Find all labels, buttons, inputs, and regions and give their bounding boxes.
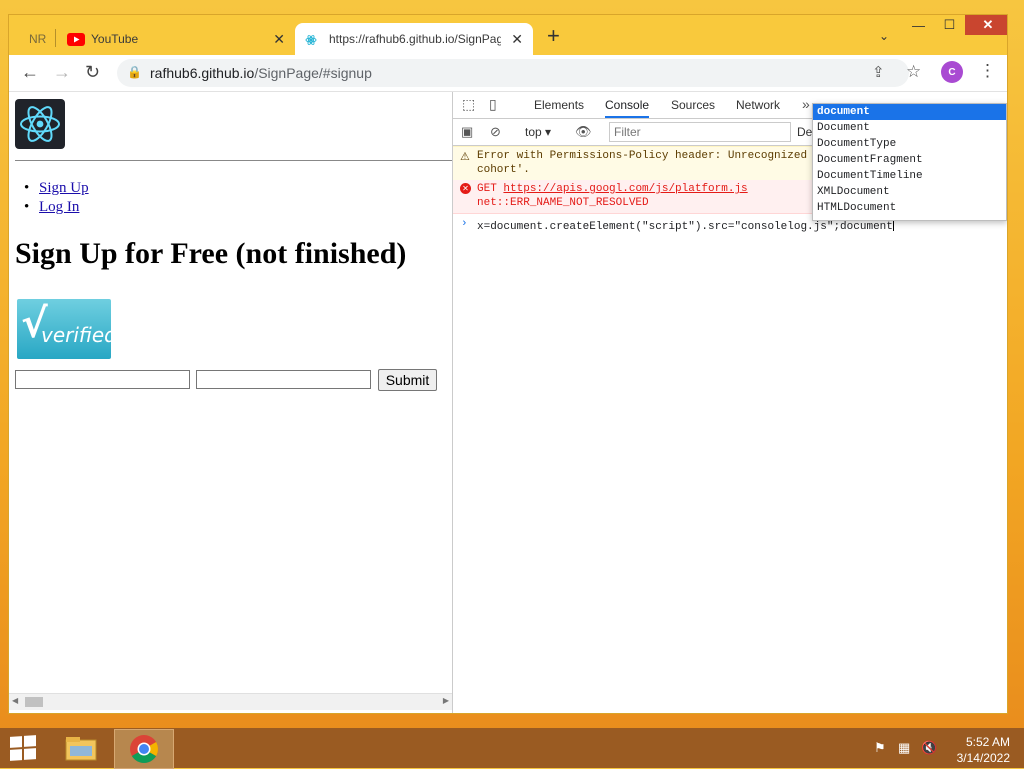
signup-link[interactable]: Sign Up	[39, 180, 89, 196]
scroll-left-icon[interactable]: ◀	[12, 696, 18, 705]
warning-icon: ⚠	[460, 152, 470, 164]
react-favicon-icon	[305, 35, 317, 45]
tab-youtube[interactable]: YouTube ✕	[59, 23, 295, 55]
action-center-flag-icon[interactable]: ⚑	[874, 740, 886, 756]
page-heading: Sign Up for Free (not finished)	[15, 237, 407, 270]
bookmark-star-icon[interactable]: ☆	[906, 62, 921, 82]
autocomplete-item[interactable]: DocumentTimeline	[813, 168, 1006, 184]
close-window-icon[interactable]: ✕	[965, 15, 1007, 35]
back-arrow-icon[interactable]: ←	[21, 63, 39, 81]
console-input[interactable]: x=document.createElement("script").src="…	[477, 219, 894, 233]
console-filter-input[interactable]: Filter	[609, 122, 791, 142]
lock-icon[interactable]: 🔒	[127, 65, 142, 79]
autocomplete-item[interactable]: DocumentFragment	[813, 152, 1006, 168]
tab-sources[interactable]: Sources	[671, 98, 715, 112]
submit-button[interactable]: Submit	[378, 369, 437, 391]
nav-item-signup: Sign Up	[24, 180, 89, 197]
autocomplete-item[interactable]: Document	[813, 120, 1006, 136]
horizontal-scrollbar[interactable]: ◀ ▶	[9, 693, 452, 710]
network-icon[interactable]: ▦	[898, 740, 910, 756]
address-bar[interactable]: 🔒 rafhub6.github.io/SignPage/#signup ⇪ ☆	[117, 59, 921, 87]
tab-network[interactable]: Network	[736, 98, 780, 112]
sidebar-toggle-icon[interactable]: ▣	[461, 124, 473, 140]
error-detail: net::ERR_NAME_NOT_RESOLVED	[477, 197, 649, 209]
console-input-text: x=document.createElement("script").src="…	[477, 221, 893, 233]
tab-title: YouTube	[91, 32, 139, 46]
clock-time: 5:52 AM	[965, 735, 1010, 749]
nav-list: Sign Up Log In	[24, 180, 89, 218]
scroll-right-icon[interactable]: ▶	[443, 696, 449, 705]
profile-avatar[interactable]: C	[941, 61, 963, 83]
password-input[interactable]	[196, 370, 371, 389]
browser-toolbar: ← → ↻ 🔒 rafhub6.github.io/SignPage/#sign…	[9, 55, 1007, 92]
reload-icon[interactable]: ↻	[85, 63, 100, 81]
file-explorer-icon[interactable]	[60, 732, 102, 764]
tab-nr[interactable]: NR	[19, 23, 59, 55]
tab-separator	[55, 29, 56, 47]
nav-item-login: Log In	[24, 199, 89, 216]
close-tab-icon[interactable]: ✕	[511, 31, 523, 48]
more-tabs-icon[interactable]: »	[802, 96, 810, 112]
verified-badge-text: verified	[41, 323, 117, 347]
url-path: /SignPage/#signup	[254, 65, 372, 81]
tab-title: NR	[29, 32, 47, 46]
address-url: rafhub6.github.io/SignPage/#signup	[150, 65, 372, 81]
new-tab-button[interactable]: +	[547, 25, 560, 47]
forward-arrow-icon[interactable]: →	[53, 63, 71, 81]
autocomplete-item[interactable]: XMLDocument	[813, 184, 1006, 200]
clear-console-icon[interactable]: ⊘	[490, 124, 501, 140]
kebab-menu-icon[interactable]: ⋮	[979, 61, 996, 81]
tab-signpage[interactable]: https://rafhub6.github.io/SignPage/#sign…	[295, 23, 533, 55]
device-toolbar-icon[interactable]: ▯	[489, 96, 497, 113]
react-logo	[15, 99, 65, 149]
live-expression-eye-icon[interactable]: 👁	[575, 124, 592, 140]
verified-badge-image: √ verified	[17, 299, 117, 359]
tab-console[interactable]: Console	[605, 98, 650, 118]
browser-window: NR YouTube ✕ https://rafhub6.github.io/S…	[8, 14, 1008, 714]
login-link[interactable]: Log In	[39, 199, 79, 215]
error-url-link[interactable]: https://apis.googl.com/js/platform.js	[503, 183, 747, 195]
warning-text-line2: cohort'.	[477, 164, 530, 176]
window-controls: — ☐ ✕	[903, 15, 1007, 37]
taskbar: ⚑ ▦ 🔇 5:52 AM 3/14/2022	[0, 728, 1024, 769]
volume-muted-icon[interactable]: 🔇	[921, 740, 937, 756]
error-icon: ✕	[460, 183, 471, 194]
taskbar-chrome-button[interactable]	[114, 729, 174, 769]
close-tab-icon[interactable]: ✕	[273, 31, 285, 48]
page-viewport: Sign Up Log In Sign Up for Free (not fin…	[9, 92, 452, 713]
horizontal-rule	[15, 160, 452, 161]
warning-text-line1: Error with Permissions-Policy header: Un…	[477, 150, 808, 162]
url-host: rafhub6.github.io	[150, 65, 255, 81]
console-prompt-chevron-icon: ›	[461, 218, 468, 230]
share-icon[interactable]: ⇪	[872, 63, 885, 81]
context-label: top	[525, 125, 542, 139]
tab-title: https://rafhub6.github.io/SignPage/#sign…	[329, 32, 501, 46]
username-input[interactable]	[15, 370, 190, 389]
clock-date: 3/14/2022	[956, 751, 1010, 765]
inspect-element-icon[interactable]: ⬚	[462, 96, 475, 113]
tab-strip: NR YouTube ✕ https://rafhub6.github.io/S…	[9, 15, 1007, 55]
autocomplete-item[interactable]: HTMLDocument	[813, 200, 1006, 216]
autocomplete-item[interactable]: DocumentType	[813, 136, 1006, 152]
react-logo-icon	[20, 106, 60, 142]
chrome-icon	[130, 735, 158, 763]
windows-start-icon[interactable]	[10, 735, 36, 761]
error-method: GET	[477, 183, 497, 195]
minimize-icon[interactable]: —	[903, 15, 934, 35]
error-request-line: GET https://apis.googl.com/js/platform.j…	[477, 183, 748, 195]
system-clock[interactable]: 5:52 AM 3/14/2022	[940, 734, 1010, 766]
context-selector[interactable]: top ▾	[525, 125, 551, 139]
tab-search-chevron-icon[interactable]: ⌄	[879, 29, 889, 43]
maximize-icon[interactable]: ☐	[934, 15, 965, 35]
autocomplete-popup: document Document DocumentType DocumentF…	[812, 103, 1007, 221]
scrollbar-thumb[interactable]	[25, 697, 43, 707]
tab-elements[interactable]: Elements	[534, 98, 584, 112]
autocomplete-item-selected[interactable]: document	[813, 104, 1006, 120]
youtube-icon	[67, 33, 85, 46]
